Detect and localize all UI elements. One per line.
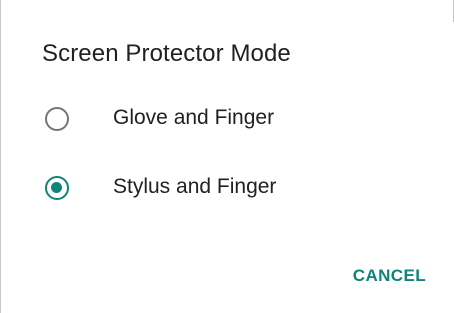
option-label-glove-and-finger: Glove and Finger <box>113 106 275 129</box>
radio-checked-icon[interactable] <box>45 176 69 200</box>
option-glove-and-finger[interactable]: Glove and Finger <box>0 89 454 149</box>
dialog-title: Screen Protector Mode <box>42 40 291 67</box>
screen-protector-dialog: Screen Protector Mode Glove and Finger S… <box>0 0 454 313</box>
dialog-left-edge <box>0 0 1 313</box>
cancel-button-label: CANCEL <box>352 266 426 285</box>
cancel-button[interactable]: CANCEL <box>330 256 440 296</box>
option-label-stylus-and-finger: Stylus and Finger <box>113 175 277 198</box>
option-stylus-and-finger[interactable]: Stylus and Finger <box>0 158 454 218</box>
radio-selected-dot <box>51 182 62 193</box>
radio-unchecked-icon[interactable] <box>45 107 69 131</box>
